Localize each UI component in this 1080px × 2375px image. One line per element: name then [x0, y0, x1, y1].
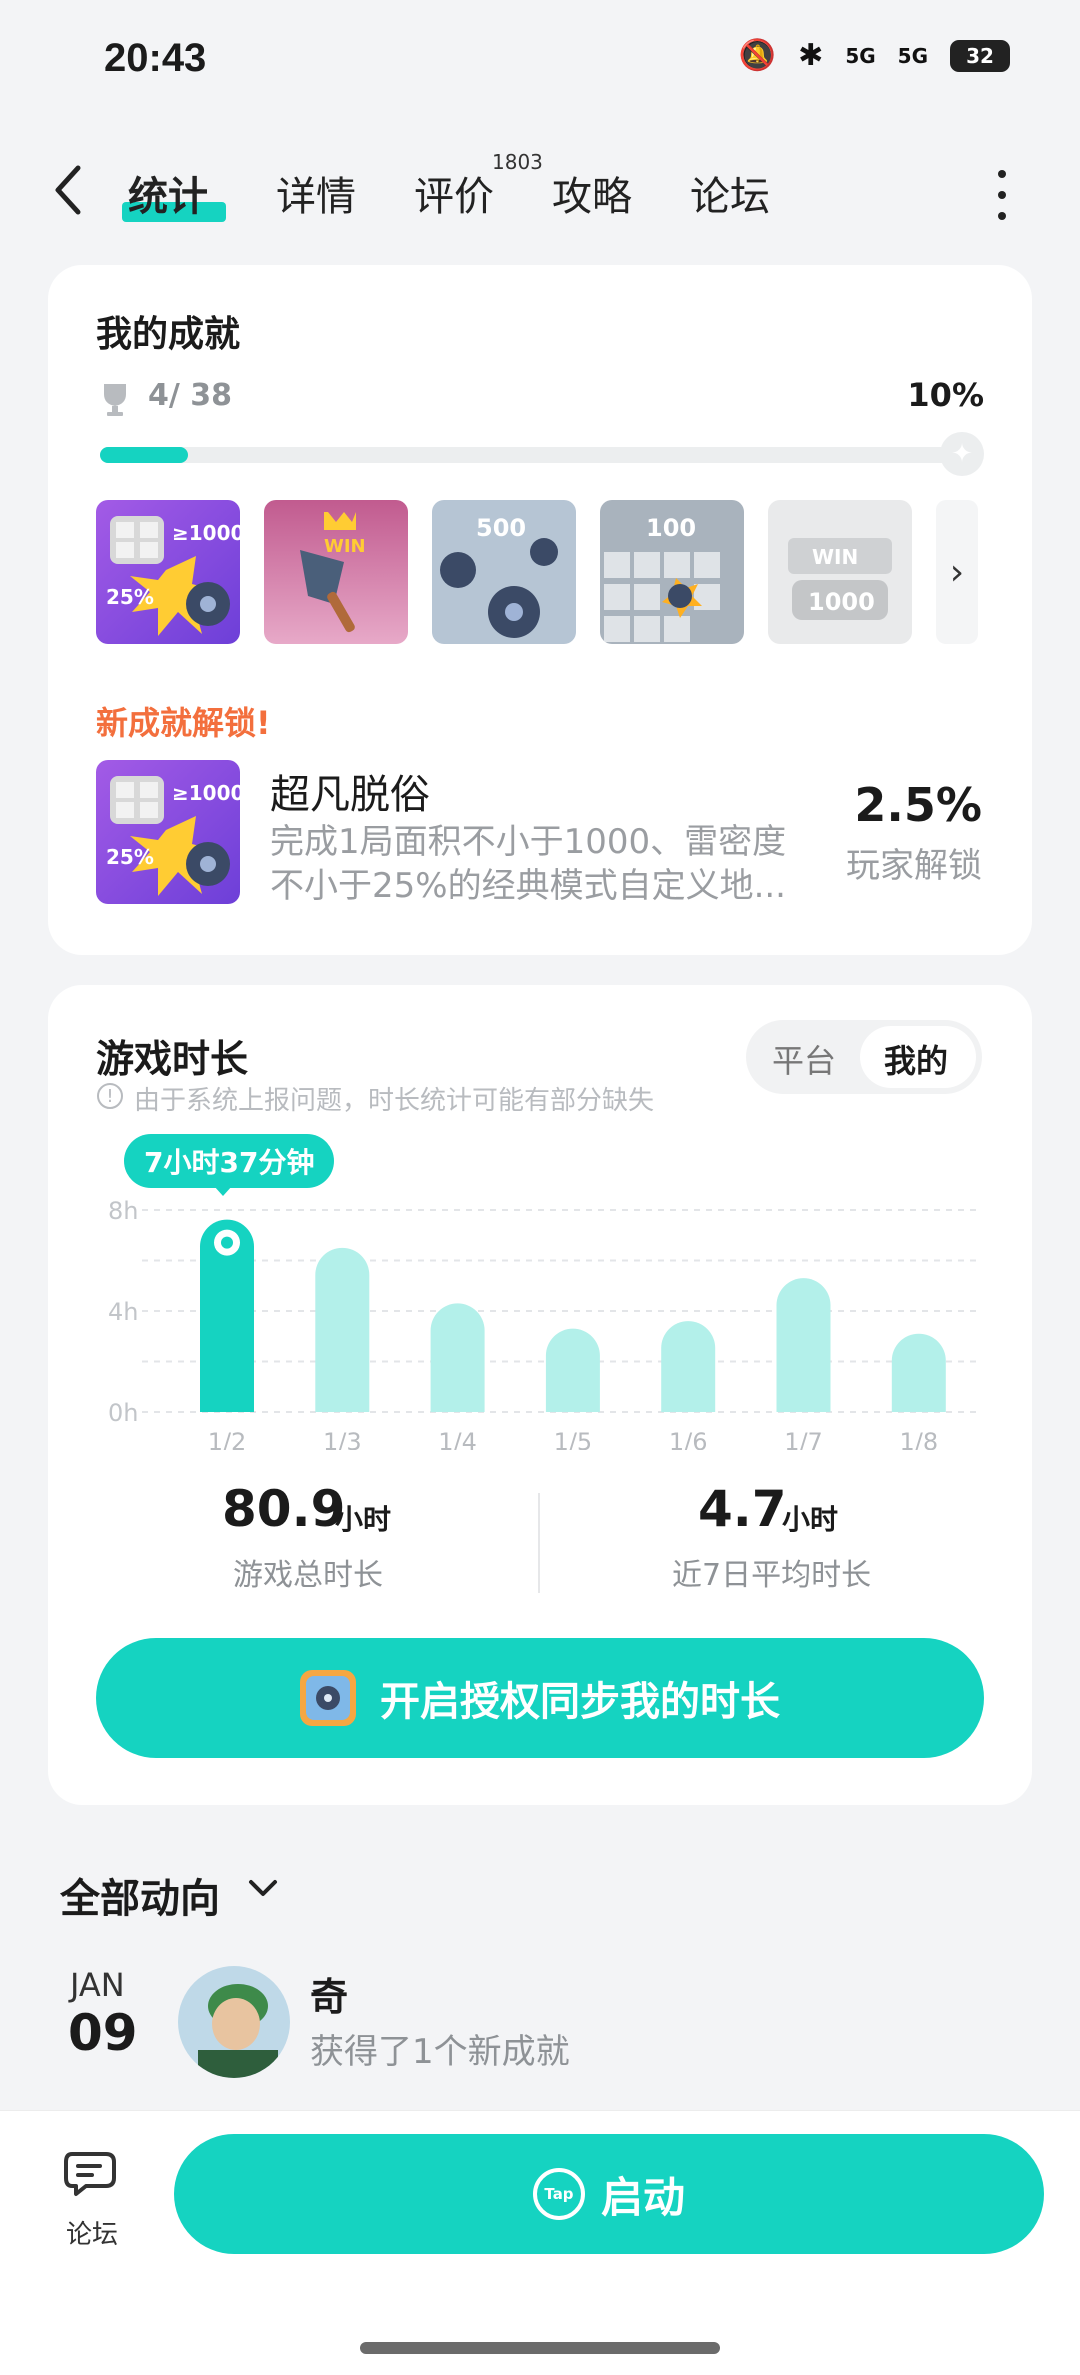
sync-playtime-button[interactable]: 开启授权同步我的时长: [96, 1638, 984, 1758]
activity-text: 获得了1个新成就: [310, 2032, 570, 2072]
chart-bar-marker-dot: [221, 1236, 233, 1249]
badge-4-text: 100: [646, 514, 696, 542]
avg-playtime-label: 近7日平均时长: [672, 1558, 872, 1593]
chart-x-tick: 1/2: [208, 1428, 247, 1450]
achievements-percent: 10%: [907, 376, 984, 414]
launch-button[interactable]: Tap 启动: [174, 2134, 1044, 2254]
unlock-rate: 2.5%: [854, 778, 982, 832]
achievement-progress-fill: [100, 447, 188, 463]
chart-x-tick: 1/3: [323, 1428, 362, 1450]
chart-x-tick: 1/4: [438, 1428, 477, 1450]
chevron-down-icon[interactable]: [246, 1876, 280, 1900]
achievement-badge-1[interactable]: ≥1000 25%: [96, 500, 240, 644]
total-playtime-unit: 小时: [335, 1503, 392, 1536]
tab-stats[interactable]: 统计: [128, 164, 208, 222]
chart-x-tick: 1/7: [784, 1428, 823, 1450]
chart-bar-1/8[interactable]: [891, 1333, 946, 1412]
battery-icon: 32: [950, 39, 1010, 72]
svg-text:≥1000: ≥1000: [172, 781, 240, 805]
tab-reviews[interactable]: 评价: [414, 164, 494, 222]
total-playtime-value: 80.9: [222, 1480, 346, 1538]
play-time-note: 由于系统上报问题，时长统计可能有部分缺失: [134, 1086, 655, 1116]
tab-forum[interactable]: 论坛: [690, 164, 770, 222]
avg-playtime-unit: 小时: [782, 1503, 839, 1536]
status-time: 20:43: [104, 36, 207, 80]
svg-text:25%: 25%: [106, 585, 154, 609]
achievement-badge-3[interactable]: 500: [432, 500, 576, 644]
activity-month: JAN: [70, 1966, 125, 2004]
activity-filter[interactable]: 全部动向: [60, 1866, 220, 1924]
bluetooth-icon: ✱: [798, 38, 824, 73]
badge-3-text: 500: [476, 514, 526, 542]
chart-tooltip-arrow: [214, 1186, 232, 1196]
activity-day: 09: [68, 2004, 138, 2062]
chart-bar-1/3[interactable]: [315, 1247, 370, 1412]
achievement-badge-5-locked[interactable]: WIN 1000: [768, 500, 912, 644]
badges-next-chevron-icon[interactable]: ›: [936, 500, 978, 644]
back-arrow-icon[interactable]: [50, 160, 90, 220]
unlocked-achievement-description: 完成1局面积不小于1000、雷密度不小于25%的经典模式自定义地...: [270, 822, 787, 906]
status-icons: 🔕 ✱ 5G 5G 32: [739, 38, 1010, 73]
mute-bell-icon: 🔕: [738, 38, 777, 73]
toggle-mine[interactable]: 我的: [884, 1036, 948, 1082]
svg-text:1000: 1000: [808, 588, 875, 616]
svg-text:WIN: WIN: [812, 545, 858, 569]
chart-x-tick: 1/6: [669, 1428, 708, 1450]
avatar[interactable]: [178, 1966, 290, 2078]
chart-x-tick: 1/5: [554, 1428, 593, 1450]
chart-bar-1/6[interactable]: [661, 1321, 716, 1412]
badge-1-text: ≥1000: [172, 521, 240, 545]
unlock-rate-label: 玩家解锁: [846, 846, 982, 886]
chart-x-tick: 1/8: [899, 1428, 938, 1450]
chart-y-tick: 4h: [108, 1298, 138, 1326]
chart-bar-1/5[interactable]: [545, 1328, 600, 1412]
badge-2-text: WIN: [324, 536, 366, 557]
achievements-title: 我的成就: [96, 314, 241, 355]
chart-bar-1/7[interactable]: [776, 1278, 831, 1412]
sync-playtime-label: 开启授权同步我的时长: [380, 1679, 780, 1725]
avg-playtime-value: 4.7: [698, 1480, 787, 1538]
signal-5g-icon-2: 5G: [897, 43, 928, 68]
chart-bar-1/4[interactable]: [430, 1303, 485, 1412]
chart-tooltip: 7小时37分钟: [124, 1134, 335, 1188]
activity-user-name[interactable]: 奇: [310, 1966, 348, 2021]
tab-guides[interactable]: 攻略: [552, 164, 632, 222]
total-playtime-label: 游戏总时长: [233, 1558, 383, 1593]
launch-label: 启动: [600, 2172, 685, 2222]
chart-y-tick: 8h: [108, 1197, 138, 1225]
forum-label[interactable]: 论坛: [66, 2214, 118, 2251]
game-app-icon: [300, 1670, 356, 1726]
new-unlock-label: 新成就解锁!: [96, 704, 271, 742]
info-icon: !: [97, 1083, 123, 1109]
tab-details[interactable]: 详情: [276, 164, 356, 222]
achievement-badge-4[interactable]: 100: [600, 500, 744, 644]
more-options-icon[interactable]: [998, 170, 1008, 220]
sparkle-icon: ✦: [940, 432, 984, 476]
stat-divider: [538, 1493, 540, 1593]
review-count: 1803: [492, 150, 543, 174]
achievement-progress-track: [100, 447, 980, 463]
tap-logo-icon: Tap: [532, 2168, 585, 2220]
unlocked-achievement-badge[interactable]: ≥1000 25%: [96, 760, 240, 904]
forum-icon[interactable]: [62, 2148, 122, 2204]
play-time-title: 游戏时长: [96, 1037, 249, 1081]
chart-y-tick: 0h: [108, 1399, 138, 1427]
trophy-icon: [104, 384, 126, 416]
svg-text:25%: 25%: [106, 845, 154, 869]
signal-5g-icon: 5G: [845, 43, 876, 68]
achievements-count: 4/ 38: [148, 378, 233, 413]
home-indicator[interactable]: [360, 2342, 720, 2354]
toggle-platform[interactable]: 平台: [772, 1036, 836, 1082]
achievement-badge-2[interactable]: WIN: [264, 500, 408, 644]
unlocked-achievement-name: 超凡脱俗: [270, 772, 430, 818]
